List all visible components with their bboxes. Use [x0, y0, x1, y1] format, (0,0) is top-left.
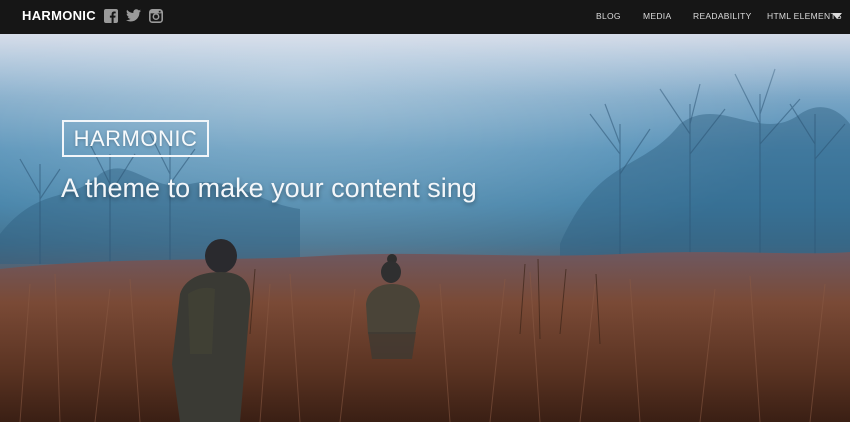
hero-logo: HARMONIC — [62, 120, 209, 157]
nav-link-blog[interactable]: BLOG — [596, 11, 621, 21]
hero-banner: HARMONIC A theme to make your content si… — [0, 34, 850, 422]
instagram-icon[interactable] — [149, 9, 163, 23]
nav-link-readability[interactable]: READABILITY — [693, 11, 752, 21]
facebook-icon[interactable] — [104, 9, 118, 23]
nav-link-media[interactable]: MEDIA — [643, 11, 671, 21]
hero-background-image — [0, 34, 850, 422]
twitter-icon[interactable] — [126, 9, 141, 22]
site-brand[interactable]: HARMONIC — [22, 8, 96, 23]
hero-tagline: A theme to make your content sing — [61, 173, 477, 203]
chevron-down-icon[interactable] — [832, 13, 842, 19]
nav-link-html-elements[interactable]: HTML ELEMENTS — [767, 11, 842, 21]
top-navigation-bar: HARMONIC BLOG MEDIA READABILITY HTML ELE… — [0, 0, 850, 34]
